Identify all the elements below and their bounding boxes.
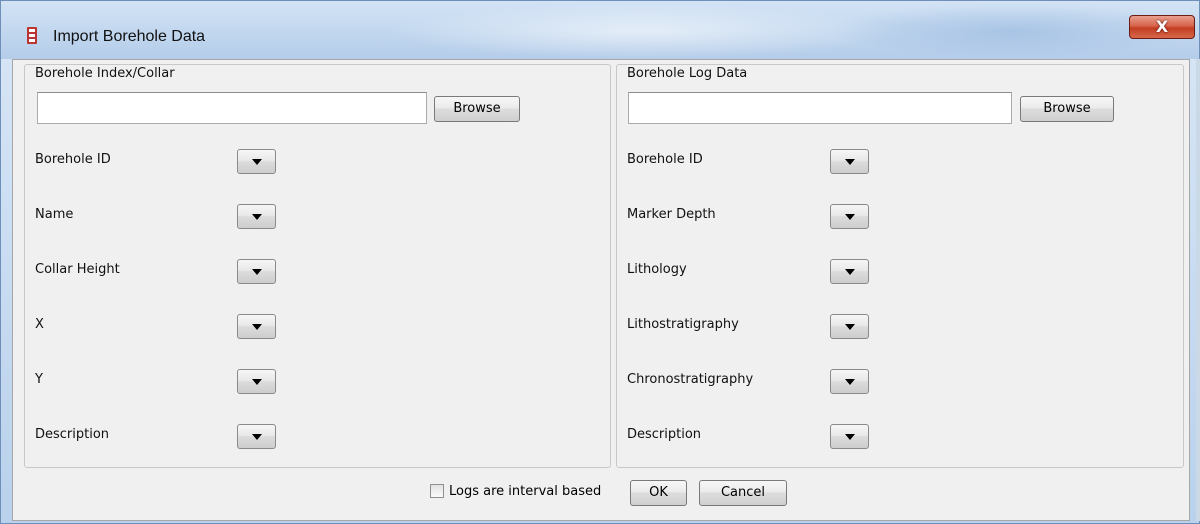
log-borehole-id-dropdown[interactable]: [830, 149, 869, 174]
collar-field-label: X: [35, 317, 44, 332]
borehole-app-icon: [27, 27, 37, 44]
cancel-button[interactable]: Cancel: [699, 480, 787, 506]
collar-x-dropdown[interactable]: [237, 314, 276, 339]
collar-panel: Borehole Index/Collar Browse Borehole ID…: [24, 64, 611, 468]
interval-based-label[interactable]: Logs are interval based: [449, 484, 601, 499]
chevron-down-icon: [252, 434, 262, 440]
chevron-down-icon: [845, 214, 855, 220]
log-panel: Borehole Log Data Browse Borehole ID Mar…: [616, 64, 1184, 468]
chevron-down-icon: [845, 379, 855, 385]
collar-y-dropdown[interactable]: [237, 369, 276, 394]
log-field-label: Marker Depth: [627, 207, 716, 222]
log-field-label: Lithostratigraphy: [627, 317, 739, 332]
chevron-down-icon: [845, 434, 855, 440]
log-field-label: Chronostratigraphy: [627, 372, 754, 387]
log-browse-button[interactable]: Browse: [1020, 96, 1114, 122]
chevron-down-icon: [845, 269, 855, 275]
dialog-content: Borehole Index/Collar Browse Borehole ID…: [12, 59, 1190, 521]
chevron-down-icon: [252, 269, 262, 275]
import-borehole-dialog: Import Borehole Data X Borehole Index/Co…: [0, 0, 1200, 524]
log-description-dropdown[interactable]: [830, 424, 869, 449]
window-right-border: [1196, 59, 1200, 521]
log-lithostratigraphy-dropdown[interactable]: [830, 314, 869, 339]
log-marker-depth-dropdown[interactable]: [830, 204, 869, 229]
chevron-down-icon: [252, 379, 262, 385]
chevron-down-icon: [252, 324, 262, 330]
collar-name-dropdown[interactable]: [237, 204, 276, 229]
interval-based-checkbox[interactable]: [430, 484, 444, 498]
log-field-label: Description: [627, 427, 702, 442]
title-bar[interactable]: Import Borehole Data X: [1, 1, 1199, 59]
collar-field-label: Description: [35, 427, 110, 442]
collar-description-dropdown[interactable]: [237, 424, 276, 449]
chevron-down-icon: [252, 159, 262, 165]
collar-height-dropdown[interactable]: [237, 259, 276, 284]
log-file-path-input[interactable]: [628, 92, 1012, 124]
log-panel-title: Borehole Log Data: [627, 66, 748, 81]
log-chronostratigraphy-dropdown[interactable]: [830, 369, 869, 394]
log-lithology-dropdown[interactable]: [830, 259, 869, 284]
chevron-down-icon: [845, 159, 855, 165]
log-field-label: Lithology: [627, 262, 687, 277]
collar-field-label: Y: [35, 372, 43, 387]
collar-panel-title: Borehole Index/Collar: [35, 66, 175, 81]
log-field-label: Borehole ID: [627, 152, 703, 167]
collar-borehole-id-dropdown[interactable]: [237, 149, 276, 174]
chevron-down-icon: [845, 324, 855, 330]
ok-button[interactable]: OK: [630, 480, 687, 506]
window-title: Import Borehole Data: [53, 28, 206, 45]
collar-field-label: Borehole ID: [35, 152, 111, 167]
collar-field-label: Collar Height: [35, 262, 120, 277]
collar-file-path-input[interactable]: [37, 92, 427, 124]
dialog-footer: Logs are interval based OK Cancel: [13, 472, 1189, 520]
chevron-down-icon: [252, 214, 262, 220]
collar-field-label: Name: [35, 207, 74, 222]
collar-browse-button[interactable]: Browse: [434, 96, 520, 122]
close-button[interactable]: X: [1129, 15, 1195, 39]
